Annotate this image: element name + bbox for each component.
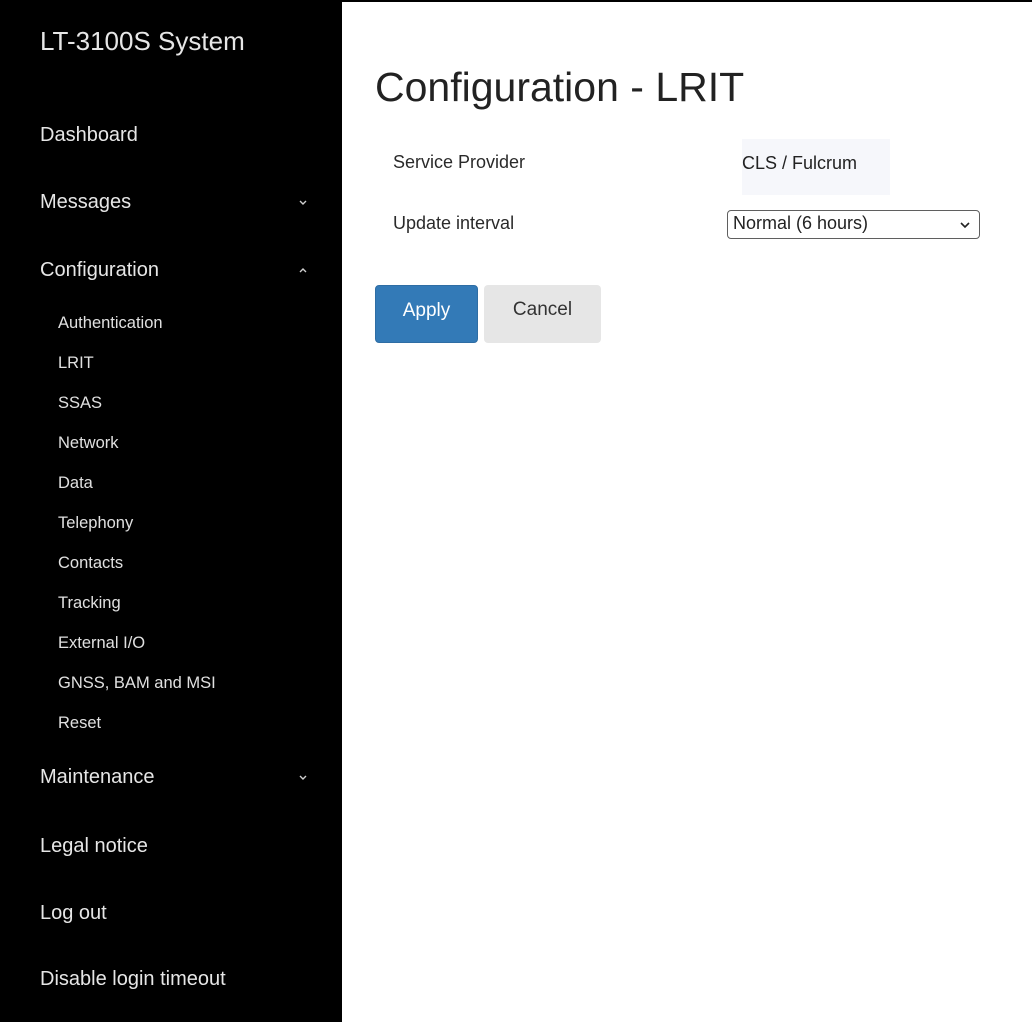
service-provider-label: Service Provider bbox=[393, 152, 526, 172]
sidebar: LT-3100S System Dashboard Messages Confi… bbox=[0, 0, 342, 1022]
subnav-external-io[interactable]: External I/O bbox=[58, 634, 145, 653]
subnav-ssas[interactable]: SSAS bbox=[58, 394, 102, 413]
nav-maintenance-label: Maintenance bbox=[40, 766, 155, 788]
nav-maintenance[interactable]: Maintenance bbox=[40, 766, 310, 789]
subnav-tracking[interactable]: Tracking bbox=[58, 594, 121, 613]
apply-button[interactable]: Apply bbox=[375, 285, 478, 343]
nav-dashboard[interactable]: Dashboard bbox=[40, 124, 310, 147]
nav-log-out-label: Log out bbox=[40, 902, 107, 924]
chevron-down-icon bbox=[299, 775, 307, 780]
update-interval-label: Update interval bbox=[393, 213, 515, 233]
nav-configuration-label: Configuration bbox=[40, 259, 159, 281]
subnav-gnss-bam-msi[interactable]: GNSS, BAM and MSI bbox=[58, 674, 216, 693]
update-interval-select[interactable]: Normal (6 hours) bbox=[727, 210, 980, 239]
main-content: Configuration - LRIT Service Provider CL… bbox=[342, 0, 1032, 1022]
chevron-up-icon bbox=[299, 268, 307, 273]
subnav-data[interactable]: Data bbox=[58, 474, 93, 493]
subnav-reset[interactable]: Reset bbox=[58, 714, 101, 733]
subnav-lrit[interactable]: LRIT bbox=[58, 354, 94, 373]
nav-disable-login-timeout-label: Disable login timeout bbox=[40, 968, 226, 990]
cancel-button[interactable]: Cancel bbox=[484, 285, 601, 343]
nav-configuration[interactable]: Configuration bbox=[40, 259, 310, 282]
service-provider-value: CLS / Fulcrum bbox=[742, 153, 858, 173]
update-interval-selected: Normal (6 hours) bbox=[733, 213, 869, 233]
chevron-down-icon bbox=[299, 200, 307, 205]
nav-messages[interactable]: Messages bbox=[40, 191, 310, 214]
subnav-authentication[interactable]: Authentication bbox=[58, 314, 163, 333]
nav-dashboard-label: Dashboard bbox=[40, 124, 138, 146]
subnav-contacts[interactable]: Contacts bbox=[58, 554, 123, 573]
subnav-telephony[interactable]: Telephony bbox=[58, 514, 133, 533]
nav-log-out[interactable]: Log out bbox=[40, 902, 310, 925]
subnav-network[interactable]: Network bbox=[58, 434, 119, 453]
app-title: LT-3100S System bbox=[40, 26, 245, 56]
service-provider-value-box: CLS / Fulcrum bbox=[742, 139, 890, 195]
nav-disable-login-timeout[interactable]: Disable login timeout bbox=[40, 968, 310, 991]
nav-legal-notice-label: Legal notice bbox=[40, 835, 148, 857]
nav-legal-notice[interactable]: Legal notice bbox=[40, 835, 310, 858]
nav-messages-label: Messages bbox=[40, 191, 132, 213]
chevron-down-icon bbox=[960, 222, 970, 229]
page-title: Configuration - LRIT bbox=[375, 64, 745, 110]
